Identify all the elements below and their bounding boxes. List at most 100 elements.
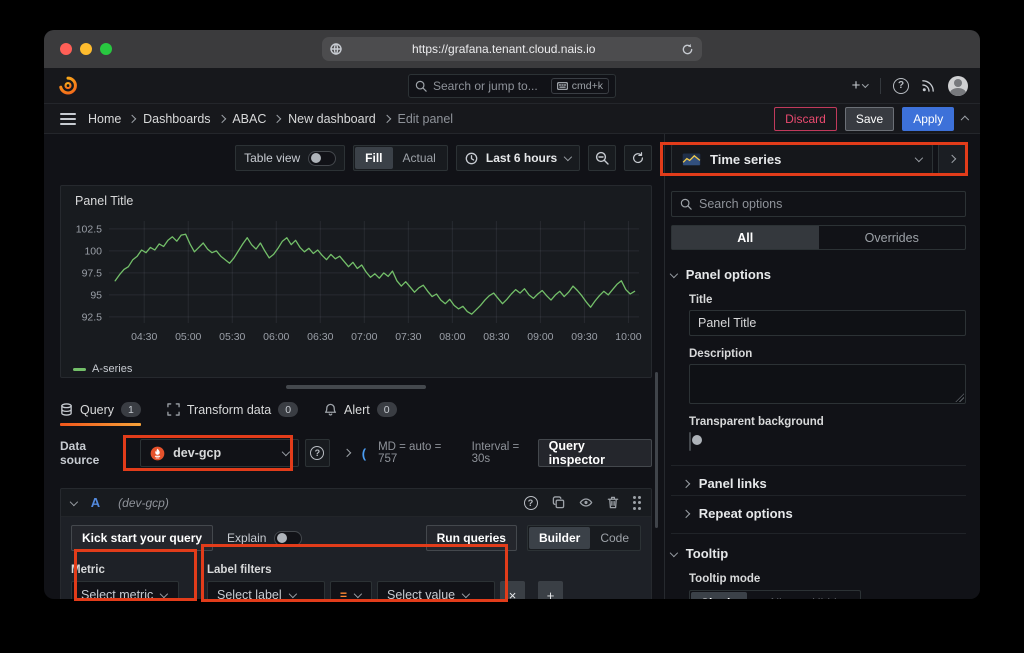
editor-tabs: Query 1 Transform data 0 A [60,399,652,426]
tab-query[interactable]: Query 1 [60,399,141,426]
visualization-select[interactable]: Time series [671,144,933,174]
news-icon[interactable] [921,78,936,93]
repeat-options-section[interactable]: Repeat options [671,495,966,523]
time-range-picker[interactable]: Last 6 hours [456,145,580,171]
metric-select[interactable]: Select metric [71,581,179,599]
time-series-chart[interactable]: 92.59597.5100102.504:3005:0005:3006:0006… [61,211,651,361]
query-inspector-button[interactable]: Query inspector [538,439,652,467]
main-scrollbar[interactable] [655,372,658,528]
breadcrumb-edit-panel: Edit panel [397,112,453,126]
help-icon[interactable]: ? [893,78,909,94]
panel-title-input[interactable] [689,310,966,336]
svg-text:08:00: 08:00 [439,331,465,343]
datasource-help-button[interactable]: ? [305,439,330,467]
options-search[interactable] [671,191,966,217]
svg-text:07:00: 07:00 [351,331,377,343]
description-textarea[interactable] [689,364,966,404]
transparent-background-toggle[interactable] [689,432,691,451]
tab-overrides[interactable]: Overrides [819,226,966,249]
user-avatar[interactable] [948,76,968,96]
chevron-down-icon [862,81,868,87]
metric-group: Metric Select metric [71,564,179,599]
save-button[interactable]: Save [845,107,894,131]
delete-query-icon[interactable] [607,496,619,509]
add-filter-button[interactable]: + [538,581,563,599]
table-view-toggle-group: Table view [235,145,345,171]
run-queries-button[interactable]: Run queries [426,525,517,551]
breadcrumb-abac[interactable]: ABAC [232,112,266,126]
svg-text:10:00: 10:00 [615,331,641,343]
table-view-toggle[interactable] [308,151,336,166]
fill-option[interactable]: Fill [355,147,392,169]
datasource-value: dev-gcp [173,446,275,460]
resize-corner-icon[interactable] [955,393,964,402]
loading-spinner-icon: ( [362,446,366,461]
add-menu-button[interactable]: + [852,77,868,94]
options-search-input[interactable] [699,197,957,211]
kick-start-button[interactable]: Kick start your query [71,525,213,551]
collapse-options-icon[interactable] [961,116,969,124]
query-row-header[interactable]: A (dev-gcp) ? [61,489,651,517]
topnav-actions: + ? [852,76,968,96]
address-bar[interactable]: https://grafana.tenant.cloud.nais.io [322,37,702,61]
duplicate-query-icon[interactable] [552,496,565,509]
visualization-value: Time series [710,152,907,167]
builder-option[interactable]: Builder [529,527,590,549]
value-select[interactable]: Select value [377,581,495,599]
remove-filter-button[interactable]: × [500,581,525,599]
datasource-select[interactable]: dev-gcp [140,439,299,467]
grafana-logo[interactable] [58,76,78,96]
explain-label: Explain [227,531,266,545]
repeat-options-title: Repeat options [699,506,793,521]
search-placeholder: Search or jump to... [433,79,538,93]
tooltip-hidden-option[interactable]: Hidden [803,592,859,599]
tooltip-header[interactable]: Tooltip [671,546,966,561]
tooltip-all-option[interactable]: All [747,592,803,599]
timeseries-icon [682,153,701,166]
chevron-right-icon [273,114,281,122]
edit-panel-content: Table view Fill Actual Last 6 hours [44,134,980,599]
zoom-out-button[interactable] [588,145,616,171]
drag-handle-icon[interactable] [633,496,642,510]
breadcrumb-home[interactable]: Home [88,112,121,126]
search-input[interactable]: Search or jump to... cmd+k [408,74,616,98]
label-select[interactable]: Select label [207,581,325,599]
panel-preview[interactable]: Panel Title 92.59597.5100102.504:3005:00… [60,185,652,378]
resize-handle[interactable] [286,385,426,389]
explain-toggle-group: Explain [227,531,302,546]
chart-legend[interactable]: A-series [61,361,651,377]
query-options-summary[interactable]: ( MD = auto = 757 Interval = 30s [344,441,538,465]
zoom-window-button[interactable] [100,43,112,55]
help-icon[interactable]: ? [524,496,538,510]
chevron-down-icon [288,590,296,598]
hide-query-icon[interactable] [579,496,593,509]
breadcrumb-new-dashboard[interactable]: New dashboard [288,112,376,126]
panel-options-section[interactable]: Panel options [671,267,966,282]
tab-transform[interactable]: Transform data 0 [167,399,298,426]
transform-count-badge: 0 [278,402,298,417]
tooltip-title: Tooltip [686,546,728,561]
operator-select[interactable]: = [330,581,372,599]
discard-button[interactable]: Discard [774,107,837,131]
breadcrumb: Home Dashboards ABAC New dashboard Edit … [88,112,453,126]
reload-icon[interactable] [681,43,694,56]
tab-all[interactable]: All [672,226,819,249]
tooltip-single-option[interactable]: Single [691,592,747,599]
breadcrumb-dashboards[interactable]: Dashboards [143,112,210,126]
explain-toggle[interactable] [274,531,302,546]
apply-button[interactable]: Apply [902,107,954,131]
code-option[interactable]: Code [590,527,639,549]
actual-option[interactable]: Actual [393,147,446,169]
tab-alert[interactable]: Alert 0 [324,399,397,426]
titlebar: https://grafana.tenant.cloud.nais.io [44,30,980,68]
menu-icon[interactable] [60,113,76,125]
title-label: Title [671,294,966,306]
panel-links-section[interactable]: Panel links [671,465,966,493]
transparent-background-label: Transparent background [671,416,966,428]
collapse-sidebar-button[interactable] [938,144,966,174]
keyboard-shortcut-badge: cmd+k [551,78,609,94]
close-window-button[interactable] [60,43,72,55]
minimize-window-button[interactable] [80,43,92,55]
refresh-button[interactable] [624,145,652,171]
collapse-query-icon[interactable] [70,497,78,505]
